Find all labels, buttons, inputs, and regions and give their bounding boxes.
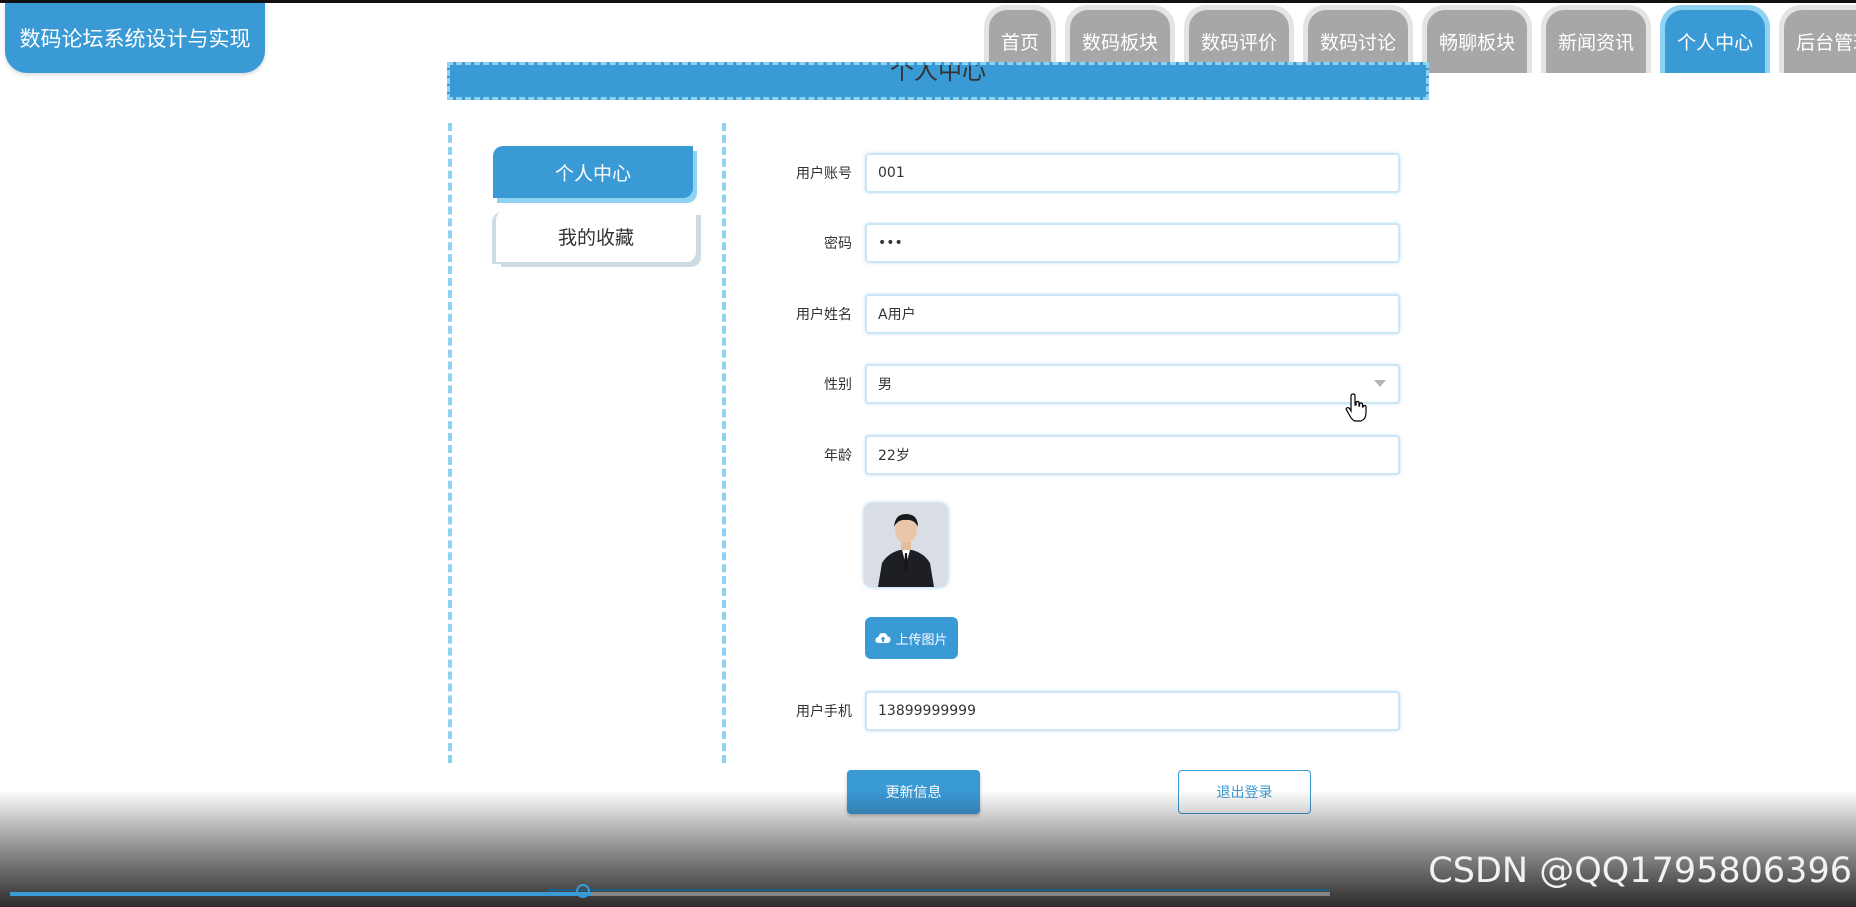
page-title: 个人中心 <box>890 62 986 85</box>
hand-cursor-icon <box>1345 393 1367 422</box>
upload-image-button[interactable]: 上传图片 <box>865 617 958 659</box>
video-progress-fill <box>10 892 591 896</box>
chevron-down-icon <box>1374 380 1386 387</box>
top-edge <box>0 0 1856 3</box>
nav-item-label: 个人中心 <box>1665 10 1766 73</box>
gender-label: 性别 <box>824 377 852 393</box>
nav-item-chat-board[interactable]: 畅聊板块 <box>1422 5 1533 73</box>
nav-item-news[interactable]: 新闻资讯 <box>1541 5 1652 73</box>
sidebar: 个人中心 我的收藏 <box>448 123 726 763</box>
age-field[interactable] <box>865 435 1400 475</box>
video-progress-handle[interactable] <box>576 884 590 898</box>
video-buffer-bar <box>547 889 1330 891</box>
avatar-photo-icon <box>864 503 948 587</box>
sidebar-item-favorites[interactable]: 我的收藏 <box>496 210 696 262</box>
phone-label: 用户手机 <box>796 704 852 720</box>
gender-select[interactable]: 男 <box>865 364 1400 404</box>
name-label: 用户姓名 <box>796 307 852 323</box>
nav-item-label: 后台管理 <box>1784 10 1856 73</box>
sidebar-item-personal-center[interactable]: 个人中心 <box>493 146 693 198</box>
account-field[interactable] <box>865 153 1400 193</box>
page-title-bar: 个人中心 <box>447 62 1429 100</box>
phone-field[interactable] <box>865 691 1400 731</box>
site-logo[interactable]: 数码论坛系统设计与实现 <box>5 3 265 73</box>
password-label: 密码 <box>824 236 852 252</box>
nav-item-label: 畅聊板块 <box>1427 10 1528 73</box>
age-label: 年龄 <box>824 448 852 464</box>
watermark: CSDN @QQ1795806396 <box>1428 851 1852 891</box>
password-field[interactable] <box>865 223 1400 263</box>
gender-select-value: 男 <box>865 364 1400 404</box>
cloud-upload-icon <box>875 633 892 643</box>
avatar <box>864 503 948 587</box>
name-field[interactable] <box>865 294 1400 334</box>
nav-item-label: 新闻资讯 <box>1546 10 1647 73</box>
upload-button-label: 上传图片 <box>895 632 948 648</box>
nav-item-personal-center[interactable]: 个人中心 <box>1660 5 1771 73</box>
account-label: 用户账号 <box>796 166 852 182</box>
site-title: 数码论坛系统设计与实现 <box>19 27 251 51</box>
nav-item-admin[interactable]: 后台管理 <box>1779 5 1856 73</box>
